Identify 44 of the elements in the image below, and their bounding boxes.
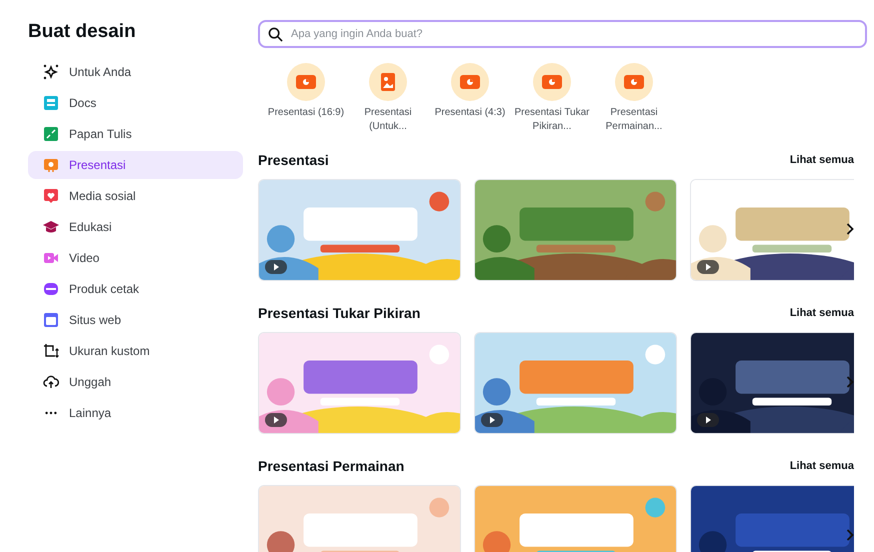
more-icon [43,411,59,415]
sidebar-item[interactable]: Video [28,244,243,272]
sidebar-item[interactable]: Docs [28,89,243,117]
graduation-cap-icon [43,219,59,235]
design-type-shortcut[interactable]: Presentasi Tukar Pikiran... [512,63,592,134]
presentation-icon [460,75,480,89]
printer-icon [43,281,59,297]
panel-title: Buat desain [28,20,137,44]
document-icon [43,95,59,111]
see-all-link[interactable]: Lihat semua [790,304,854,322]
design-type-shortcut[interactable]: Presentasi (4:3) [430,63,510,134]
chevron-right-icon[interactable] [846,223,854,235]
search-field[interactable]: Apa yang ingin Anda buat? [258,20,867,48]
section-title: Presentasi Tukar Pikiran [258,304,420,322]
cloud-upload-icon [43,374,59,390]
search-input[interactable]: Apa yang ingin Anda buat? [291,26,857,42]
resize-icon [43,343,59,359]
video-camera-icon [43,250,59,266]
presentation-icon [43,157,59,173]
presentation-icon [624,75,644,89]
design-type-shortcut[interactable]: Presentasi (16:9) [266,63,346,134]
portrait-image-icon [381,73,395,91]
sidebar-item[interactable]: Unggah [28,368,243,396]
section-title: Presentasi [258,150,329,170]
section-title: Presentasi Permainan [258,456,404,476]
whiteboard-icon [43,126,59,142]
design-type-shortcut[interactable]: Presentasi (Untuk... [348,63,428,134]
sidebar-item[interactable]: Media sosial [28,182,243,210]
sidebar-item[interactable]: Situs web [28,306,243,334]
sparkle-icon [43,64,59,80]
browser-icon [43,312,59,328]
sidebar-item[interactable]: Papan Tulis [28,120,243,148]
presentation-icon [296,75,316,89]
sidebar-item[interactable]: Lainnya [28,399,243,427]
sidebar-item[interactable]: Ukuran kustom [28,337,243,365]
sidebar-item[interactable]: Edukasi [28,213,243,241]
design-type-shortcut[interactable]: Presentasi Permainan... [594,63,674,134]
see-all-link[interactable]: Lihat semua [790,152,854,168]
sidebar-item[interactable]: Presentasi [28,151,243,179]
see-all-link[interactable]: Lihat semua [790,458,854,474]
sidebar-item[interactable]: Untuk Anda [28,58,243,86]
search-icon [268,26,283,42]
sidebar-item[interactable]: Produk cetak [28,275,243,303]
presentation-icon [542,75,562,89]
